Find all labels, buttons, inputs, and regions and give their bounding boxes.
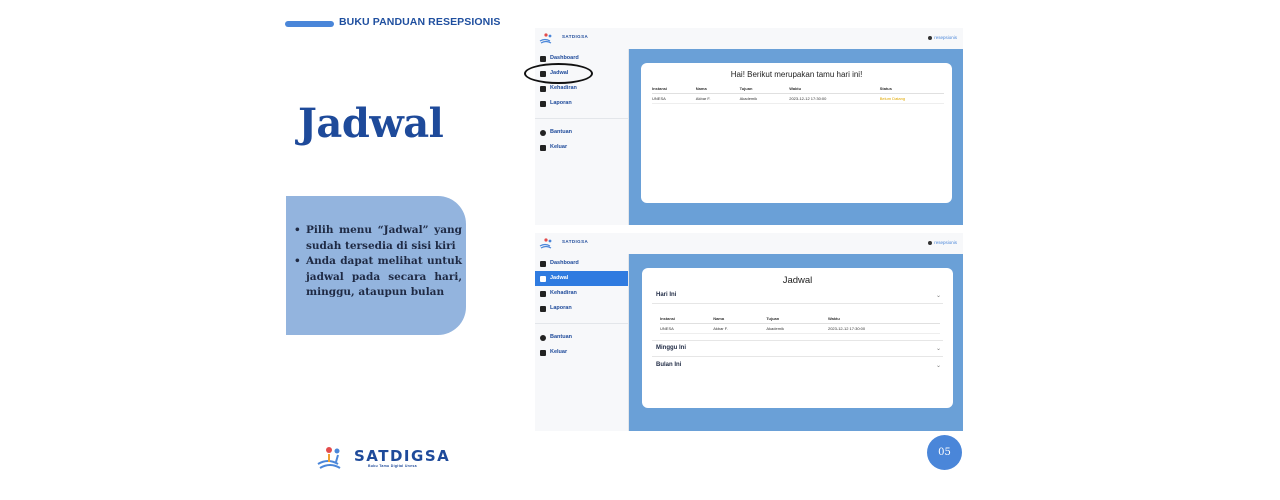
logo-name: SATDIGSA (354, 447, 451, 465)
page-number: 05 (927, 435, 962, 470)
table-cell: Akademik (766, 323, 828, 334)
person-icon (540, 291, 546, 297)
dashboard-icon (540, 56, 546, 62)
instruction-item: Pilih menu “Jadwal” yang sudah tersedia … (292, 223, 462, 254)
sidebar-item-label: Dashboard (550, 55, 579, 61)
table-row[interactable]: UNESA Akbar F. Akademik 2023-12-12 17:30… (660, 323, 940, 334)
dashboard-icon (540, 261, 546, 267)
user-menu[interactable]: resepsionis (928, 240, 957, 245)
sidebar-item-jadwal[interactable]: Jadwal (535, 271, 628, 286)
header-accent-bar (285, 21, 334, 27)
sidebar-item-label: Bantuan (550, 129, 572, 135)
chevron-down-icon: ⌄ (935, 346, 941, 352)
sidebar-divider (535, 323, 628, 324)
help-icon (540, 130, 546, 136)
screenshot-jadwal: SATDIGSA resepsionis Dashboard Jadwal Ke… (535, 233, 963, 431)
column-header: Waktu (789, 84, 880, 94)
sidebar-item-label: Kehadiran (550, 290, 577, 296)
accordion-label: Bulan Ini (656, 362, 682, 368)
document-icon (540, 101, 546, 107)
document-icon (540, 306, 546, 312)
logout-icon (540, 350, 546, 356)
table-cell: UNESA (652, 93, 696, 104)
logout-icon (540, 145, 546, 151)
column-header: Nama (695, 84, 740, 94)
table-header-row: Instansi Nama Tujuan Waktu (660, 314, 940, 324)
sidebar-item-label: Jadwal (550, 275, 569, 281)
app-topbar: SATDIGSA resepsionis (535, 28, 963, 49)
table-row[interactable]: UNESA Akbar F. Akademik 2023-12-12 17:30… (652, 93, 944, 104)
table-cell: 2023-12-12 17:30:00 (789, 93, 880, 104)
instructions-box: Pilih menu “Jadwal” yang sudah tersedia … (286, 196, 466, 335)
screenshot-dashboard: SATDIGSA resepsionis Dashboard Jadwal Ke… (535, 28, 963, 225)
chevron-down-icon: ⌄ (935, 363, 941, 369)
sidebar-item-label: Bantuan (550, 334, 572, 340)
accordion-bulan-ini[interactable]: Bulan Ini ⌄ (656, 362, 941, 369)
column-header: Nama (713, 314, 767, 324)
sidebar-item-bantuan[interactable]: Bantuan (535, 125, 628, 140)
user-name: resepsionis (934, 240, 957, 245)
app-logo-text: SATDIGSA (562, 34, 589, 39)
help-icon (540, 335, 546, 341)
table-cell: Akademik (739, 93, 790, 104)
sidebar-item-laporan[interactable]: Laporan (535, 301, 628, 316)
table-cell: UNESA (660, 323, 714, 334)
column-header: Tujuan (766, 314, 828, 324)
column-header: Tujuan (739, 84, 790, 94)
user-icon (928, 240, 933, 245)
logo-tagline: Buku Tamu Digital Unesa (368, 464, 417, 468)
header-title: BUKU PANDUAN RESEPSIONIS (339, 16, 501, 28)
user-icon (928, 35, 933, 40)
sidebar-item-bantuan[interactable]: Bantuan (535, 330, 628, 345)
table-header-row: Instansi Nama Tujuan Waktu Status (652, 84, 944, 94)
divider (652, 356, 943, 357)
person-icon (540, 86, 546, 92)
app-logo-text: SATDIGSA (562, 239, 589, 244)
sidebar-item-laporan[interactable]: Laporan (535, 96, 628, 111)
card-title: Jadwal (782, 275, 813, 286)
accordion-hari-ini[interactable]: Hari Ini ⌄ (656, 292, 941, 299)
instruction-item: Anda dapat melihat untuk jadwal pada sec… (292, 254, 462, 301)
sidebar-item-label: Keluar (550, 144, 568, 150)
card-title: Hai! Berikut merupakan tamu hari ini! (730, 70, 863, 79)
table-cell: 2023-12-12 17:30:00 (827, 323, 940, 334)
divider (652, 303, 943, 304)
table-cell: Akbar F. (695, 93, 740, 104)
sidebar-item-label: Kehadiran (550, 85, 577, 91)
page-title: Jadwal (298, 100, 444, 147)
guests-today-card: Hai! Berikut merupakan tamu hari ini! In… (641, 63, 952, 203)
sidebar: Dashboard Jadwal Kehadiran Laporan Bantu… (535, 254, 629, 431)
divider (652, 340, 943, 341)
sidebar-item-keluar[interactable]: Keluar (535, 345, 628, 360)
accordion-label: Minggu Ini (656, 345, 686, 351)
schedule-table: Instansi Nama Tujuan Waktu UNESA Akbar F… (660, 314, 940, 334)
status-badge: Belum Datang (879, 93, 944, 104)
sidebar-item-keluar[interactable]: Keluar (535, 140, 628, 155)
column-header: Waktu (827, 314, 940, 324)
sidebar-item-label: Dashboard (550, 260, 579, 266)
user-name: resepsionis (934, 35, 957, 40)
highlight-circle (524, 63, 593, 84)
accordion-minggu-ini[interactable]: Minggu Ini ⌄ (656, 345, 941, 352)
jadwal-card: Jadwal Hari Ini ⌄ Instansi Nama Tujuan W… (642, 268, 953, 408)
column-header: Instansi (652, 84, 696, 94)
column-header: Status (879, 84, 944, 94)
sidebar-item-dashboard[interactable]: Dashboard (535, 256, 628, 271)
guests-table: Instansi Nama Tujuan Waktu Status UNESA … (652, 84, 944, 104)
instructions-list: Pilih menu “Jadwal” yang sudah tersedia … (292, 223, 462, 301)
sidebar-item-label: Laporan (550, 305, 572, 311)
sidebar-item-label: Laporan (550, 100, 572, 106)
calendar-icon (540, 276, 546, 282)
sidebar-item-label: Keluar (550, 349, 568, 355)
table-cell: Akbar F. (713, 323, 767, 334)
accordion-label: Hari Ini (656, 292, 677, 298)
user-menu[interactable]: resepsionis (928, 35, 957, 40)
column-header: Instansi (660, 314, 714, 324)
app-topbar: SATDIGSA resepsionis (535, 233, 963, 254)
sidebar-item-kehadiran[interactable]: Kehadiran (535, 286, 628, 301)
sidebar-divider (535, 118, 628, 119)
chevron-down-icon: ⌄ (935, 293, 941, 299)
